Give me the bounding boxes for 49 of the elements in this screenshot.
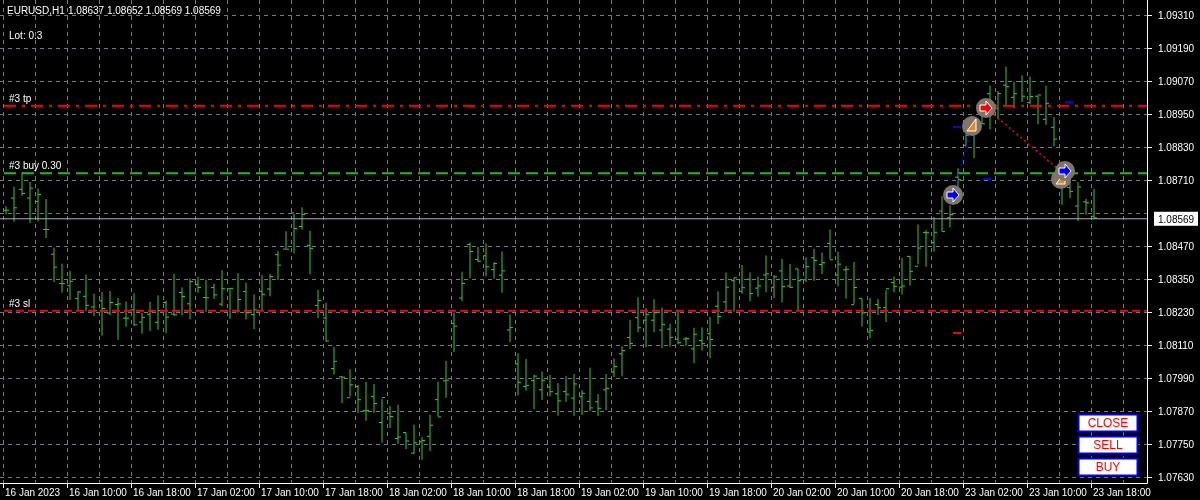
price-label: 1.09310 [1158, 10, 1195, 21]
price-label: 1.07990 [1158, 373, 1195, 384]
order-line-label: #3 sl [9, 297, 31, 309]
price-label: 1.08950 [1158, 109, 1195, 120]
price-label: 1.09070 [1158, 76, 1195, 87]
price-label: 1.08110 [1158, 340, 1194, 351]
time-label: 17 Jan 18:00 [325, 487, 383, 498]
trade-button[interactable]: BUY [1077, 457, 1139, 477]
time-label: 16 Jan 2023 [5, 487, 61, 498]
time-label: 17 Jan 10:00 [261, 487, 319, 498]
stop-mark [952, 332, 962, 334]
price-label: 1.07750 [1158, 439, 1195, 450]
price-label: 1.08350 [1158, 274, 1195, 285]
time-label: 19 Jan 18:00 [709, 487, 767, 498]
trade-marker-icon [962, 116, 982, 136]
trade-marker-icon [976, 98, 996, 118]
trade-button[interactable]: CLOSE [1077, 413, 1139, 433]
ohlc-quote: 1.08637 1.08652 1.08569 1.08569 [68, 5, 221, 16]
time-label: 18 Jan 10:00 [453, 487, 511, 498]
time-label: 23 Jan 10:00 [1029, 487, 1087, 498]
time-label: 17 Jan 02:00 [197, 487, 255, 498]
price-label: 1.09190 [1158, 43, 1195, 54]
time-label: 23 Jan 02:00 [965, 487, 1023, 498]
price-label: 1.08830 [1158, 142, 1195, 153]
time-label: 20 Jan 10:00 [837, 487, 895, 498]
time-label: 20 Jan 18:00 [901, 487, 959, 498]
trade-button[interactable]: SELL [1077, 435, 1139, 455]
time-label: 23 Jan 18:00 [1093, 487, 1151, 498]
time-label: 18 Jan 02:00 [389, 487, 447, 498]
trade-marker-icon [943, 185, 963, 205]
order-line-label: #3 tp [9, 92, 32, 104]
trade-marker-icon [1055, 161, 1075, 181]
price-label: 1.07630 [1158, 472, 1195, 483]
lot-label: Lot: 0.3 [9, 30, 43, 41]
price-label: 1.07870 [1158, 406, 1195, 417]
time-label: 20 Jan 02:00 [773, 487, 831, 498]
time-label: 19 Jan 02:00 [581, 487, 639, 498]
time-label: 16 Jan 10:00 [69, 487, 127, 498]
price-label: 1.08230 [1158, 307, 1195, 318]
time-label: 19 Jan 10:00 [645, 487, 703, 498]
time-label: 18 Jan 18:00 [517, 487, 575, 498]
current-price-label: 1.08569 [1154, 211, 1198, 226]
price-bar [506, 314, 514, 343]
price-bar [450, 312, 458, 353]
order-line-label: #3 buy 0.30 [9, 160, 62, 172]
chart-symbol: EURUSD,H1 [7, 5, 65, 16]
price-label: 1.08470 [1158, 241, 1195, 252]
time-label: 16 Jan 18:00 [133, 487, 191, 498]
price-label: 1.08710 [1158, 175, 1195, 186]
